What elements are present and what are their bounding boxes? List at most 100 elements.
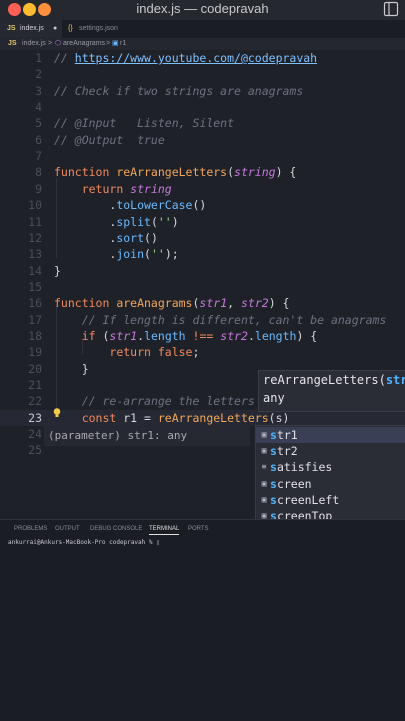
code-line[interactable]: 16 function areAnagrams(str1, str2) { bbox=[0, 295, 405, 311]
tab-ports[interactable]: PORTS bbox=[188, 526, 209, 532]
code-line[interactable]: 3 // Check if two strings are anagrams bbox=[0, 83, 405, 99]
line-number: 20 bbox=[28, 361, 42, 376]
line-number: 5 bbox=[35, 116, 42, 131]
code-text: function reArrangeLetters(string) { bbox=[54, 164, 296, 180]
code-line[interactable]: 4 bbox=[0, 99, 405, 115]
line-number: 2 bbox=[35, 67, 42, 82]
code-token: sort bbox=[116, 230, 145, 245]
code-line[interactable]: 7 bbox=[0, 148, 405, 164]
line-number: 15 bbox=[28, 279, 42, 294]
tab-terminal[interactable]: TERMINAL bbox=[149, 526, 180, 535]
code-line[interactable]: 5 // @Input Listen, Silent bbox=[0, 115, 405, 131]
code-token: '' bbox=[157, 214, 172, 229]
code-token: '' bbox=[150, 247, 165, 262]
code-token: if bbox=[81, 328, 103, 343]
breadcrumb-function[interactable]: areAnagrams bbox=[63, 38, 105, 50]
tab-index-js[interactable]: JS index.js ● bbox=[0, 20, 62, 38]
lightbulb-icon[interactable] bbox=[52, 407, 62, 419]
suggestion-item-str1[interactable]: ▣ str1 bbox=[256, 427, 405, 443]
tab-debug-console[interactable]: DEBUG CONSOLE bbox=[90, 526, 142, 532]
suggestion-item-satisfies[interactable]: ≡ satisfies bbox=[256, 459, 405, 475]
code-text: // https://www.youtube.com/@codepravah bbox=[54, 50, 317, 66]
code-text: // @Input Listen, Silent bbox=[54, 115, 234, 131]
suggestion-item-screenleft[interactable]: ▣ screenLeft bbox=[256, 492, 405, 508]
line-number: 13 bbox=[28, 247, 42, 262]
code-line[interactable]: 11 .split('') bbox=[0, 214, 405, 230]
code-line[interactable]: 18 if (str1.length !== str2.length) { bbox=[0, 328, 405, 344]
code-text: } bbox=[54, 361, 89, 377]
line-number: 9 bbox=[35, 181, 42, 196]
code-line[interactable]: 10 .toLowerCase() bbox=[0, 197, 405, 213]
line-number: 3 bbox=[35, 83, 42, 98]
code-line[interactable]: 1 // https://www.youtube.com/@codepravah bbox=[0, 50, 405, 66]
code-token: ( bbox=[150, 214, 158, 229]
code-line[interactable]: 12 .sort() bbox=[0, 230, 405, 246]
code-text: return false; bbox=[54, 344, 199, 360]
code-line[interactable]: 6 // @Output true bbox=[0, 132, 405, 148]
keyword-icon: ≡ bbox=[261, 462, 267, 472]
variable-icon: ▣ bbox=[261, 494, 267, 504]
code-line[interactable]: 17 // If length is different, can't be a… bbox=[0, 312, 405, 328]
code-line[interactable]: 8 function reArrangeLetters(string) { bbox=[0, 164, 405, 180]
line-number: 6 bbox=[35, 132, 42, 147]
line-number: 21 bbox=[28, 378, 42, 392]
breadcrumb-symbol[interactable]: r1 bbox=[120, 38, 126, 50]
suggestion-item-str2[interactable]: ▣ str2 bbox=[256, 443, 405, 459]
code-token: str1 bbox=[199, 296, 228, 311]
line-number: 11 bbox=[28, 214, 42, 229]
suggestion-label: str2 bbox=[270, 444, 298, 459]
code-text: if (str1.length !== str2.length) { bbox=[54, 328, 318, 344]
terminal-prompt[interactable]: ankurrai@Ankurs-MacBook-Pro codepravah %… bbox=[8, 539, 160, 546]
code-token: const bbox=[81, 410, 124, 425]
suggestion-item-screen[interactable]: ▣ screen bbox=[256, 476, 405, 492]
code-token: ) { bbox=[275, 165, 297, 180]
code-token: (s) bbox=[268, 410, 290, 425]
code-text: // @Output true bbox=[54, 132, 165, 148]
line-number: 1 bbox=[35, 51, 42, 65]
code-token: reArrangeLetters bbox=[116, 165, 228, 180]
code-line[interactable]: 19 return false; bbox=[0, 344, 405, 360]
code-text: // re-arrange the letters of bbox=[54, 393, 276, 409]
line-number: 25 bbox=[28, 443, 42, 458]
suggestion-label: str1 bbox=[270, 428, 298, 442]
code-token: , bbox=[227, 296, 241, 311]
code-token: length bbox=[144, 328, 186, 343]
code-token: reArrangeLetters bbox=[157, 410, 269, 425]
code-token: // Check if two strings are anagrams bbox=[54, 83, 304, 98]
tab-label: settings.json bbox=[79, 25, 118, 32]
code-line[interactable]: 14} bbox=[0, 263, 405, 279]
suggestion-label: satisfies bbox=[270, 460, 333, 475]
code-token: ) { bbox=[296, 328, 318, 343]
breadcrumb-file[interactable]: index.js bbox=[22, 38, 46, 50]
code-token: () bbox=[192, 198, 207, 213]
code-token: // @Input Listen, Silent bbox=[54, 116, 235, 131]
line-number: 22 bbox=[28, 394, 42, 409]
code-token: . bbox=[54, 230, 117, 245]
code-token: // bbox=[54, 51, 75, 65]
tab-settings-json[interactable]: {} settings.json bbox=[66, 20, 136, 38]
breadcrumb: JS index.js > ⬡ areAnagrams > ▣ r1 bbox=[0, 38, 405, 50]
json-file-icon: {} bbox=[68, 25, 73, 32]
code-line[interactable]: 2 bbox=[0, 66, 405, 82]
signature-help-popup: reArrangeLetters(strin any bbox=[258, 370, 405, 412]
code-line[interactable]: 15 bbox=[0, 279, 405, 295]
code-line[interactable]: 9 return string bbox=[0, 181, 405, 197]
tab-output[interactable]: OUTPUT bbox=[55, 526, 80, 532]
code-line[interactable]: 13 .join(''); bbox=[0, 246, 405, 262]
line-number: 19 bbox=[28, 345, 42, 360]
toggle-sidebar-icon[interactable] bbox=[383, 1, 399, 17]
code-token: string bbox=[234, 165, 276, 180]
code-text: function areAnagrams(str1, str2) { bbox=[54, 295, 289, 311]
code-token: ); bbox=[164, 247, 179, 262]
suggestion-label: screen bbox=[270, 476, 312, 491]
unsaved-dot-icon[interactable]: ● bbox=[53, 20, 57, 38]
tab-problems[interactable]: PROBLEMS bbox=[14, 526, 47, 532]
code-token: join bbox=[116, 247, 145, 262]
code-token: // @Output true bbox=[54, 132, 165, 147]
code-token: // re-arrange the letters of bbox=[81, 394, 276, 409]
code-token: str1 bbox=[109, 328, 138, 343]
